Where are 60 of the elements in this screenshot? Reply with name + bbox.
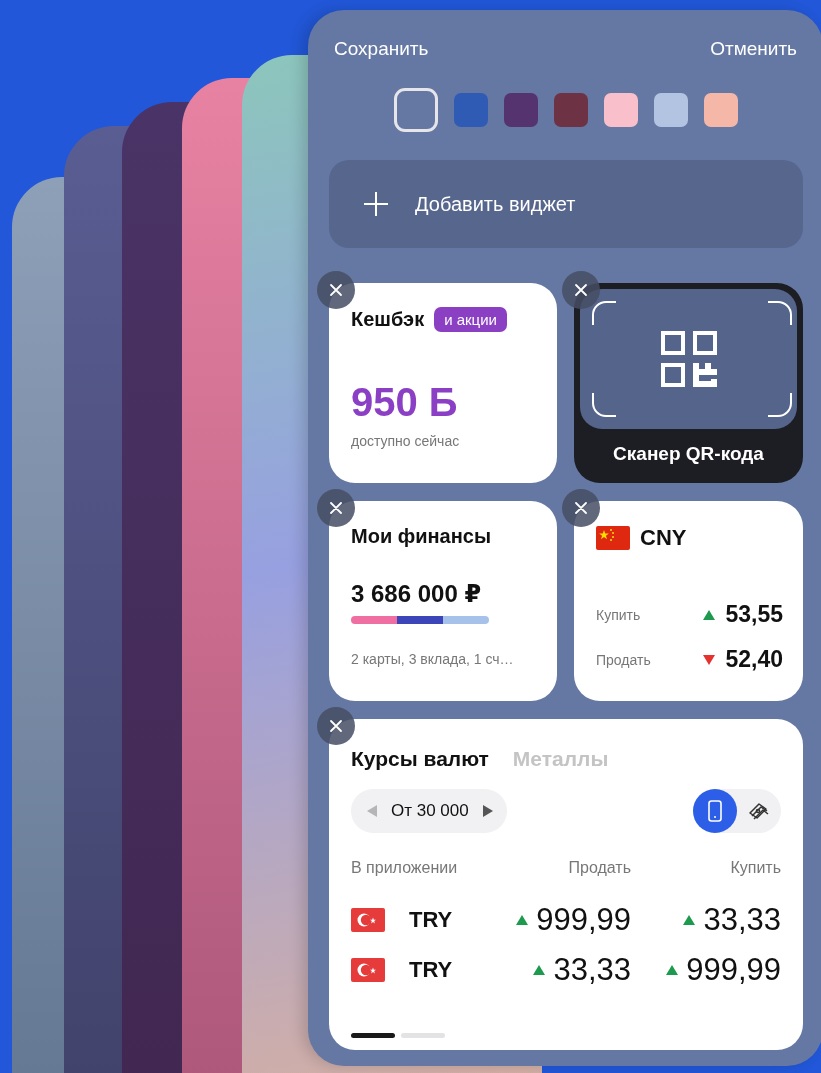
widget-title: Кешбэк <box>351 308 425 331</box>
rate-label: Купить <box>596 606 641 623</box>
remove-widget-button[interactable] <box>317 271 355 309</box>
phone-icon <box>708 800 722 822</box>
exchange-rates-widget[interactable]: Курсы валют Металлы От 30 000 В приложении Продать Купить TRY 999,99 33,33 TRY 33,33 999,99 <box>329 719 803 1050</box>
flag-icon <box>351 908 385 932</box>
widget-caption: доступно сейчас <box>351 433 461 449</box>
color-swatch[interactable] <box>654 93 688 127</box>
widget-caption: 2 карты, 3 вклада, 1 сч… <box>351 651 515 667</box>
color-swatch[interactable] <box>394 88 438 132</box>
rate-label: Продать <box>596 651 651 668</box>
remove-widget-button[interactable] <box>317 707 355 745</box>
close-icon <box>573 282 589 298</box>
flag-icon <box>351 958 385 982</box>
column-header: Продать <box>567 859 631 877</box>
sell-rate: 999,99 <box>536 902 631 938</box>
widget-title: Сканер QR-кода <box>613 443 764 465</box>
remove-widget-button[interactable] <box>562 489 600 527</box>
promo-badge: и акции <box>434 307 507 332</box>
scan-frame-icon <box>592 301 792 417</box>
add-widget-button[interactable]: Добавить виджет <box>329 160 803 248</box>
cashback-widget[interactable]: Кешбэк и акции 950 Б доступно сейчас <box>329 283 557 483</box>
left-arrow-icon <box>367 805 377 817</box>
close-icon <box>328 282 344 298</box>
color-swatch[interactable] <box>554 93 588 127</box>
color-swatch[interactable] <box>704 93 738 127</box>
rate-value: 52,40 <box>725 646 783 673</box>
currency-code: TRY <box>409 957 453 983</box>
plus-icon <box>363 191 389 217</box>
close-icon <box>573 500 589 516</box>
remove-widget-button[interactable] <box>562 271 600 309</box>
amount-stepper[interactable]: От 30 000 <box>351 789 507 833</box>
tab[interactable]: Курсы валют <box>351 747 489 771</box>
color-swatch[interactable] <box>454 93 488 127</box>
banknotes-icon <box>748 800 770 822</box>
cancel-button[interactable]: Отменить <box>710 38 797 60</box>
column-header: В приложении <box>351 859 459 877</box>
buy-rate: 999,99 <box>686 952 781 988</box>
rate-value: 53,55 <box>725 601 783 628</box>
widget-title: Мои финансы <box>351 525 492 548</box>
currency-code: TRY <box>409 907 453 933</box>
finances-widget[interactable]: Мои финансы 3 686 000 ₽ 2 карты, 3 вклада, 1 сч… <box>329 501 557 701</box>
close-icon <box>328 500 344 516</box>
remove-widget-button[interactable] <box>317 489 355 527</box>
currency-code: CNY <box>640 525 687 551</box>
color-swatch[interactable] <box>604 93 638 127</box>
balance-amount: 3 686 000 ₽ <box>351 580 483 608</box>
close-icon <box>328 718 344 734</box>
qr-code-icon <box>660 331 717 387</box>
currency-widget[interactable]: CNY Купить 53,55 Продать 52,40 <box>574 501 803 701</box>
mode-option[interactable] <box>693 789 737 833</box>
qr-scanner-widget[interactable]: Сканер QR-кода <box>574 283 803 483</box>
column-header: Купить <box>729 859 781 877</box>
sell-rate: 33,33 <box>553 952 631 988</box>
cashback-amount: 950 Б <box>351 380 459 425</box>
right-arrow-icon <box>482 805 493 817</box>
color-swatch[interactable] <box>504 93 538 127</box>
flag-icon <box>596 526 630 550</box>
save-button[interactable]: Сохранить <box>334 38 429 60</box>
buy-rate: 33,33 <box>703 902 781 938</box>
